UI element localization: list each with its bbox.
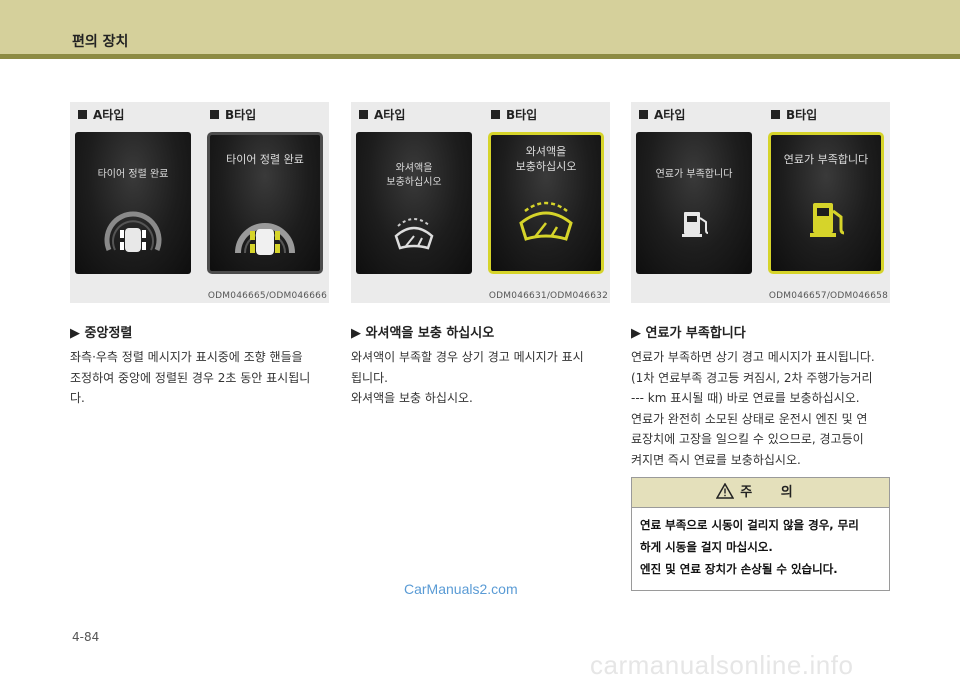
section-body: 와셔액이 부족할 경우 상기 경고 메시지가 표시 됩니다. 와셔액을 보충 하… (351, 347, 610, 409)
caution-box: 주 의 연료 부족으로 시동이 걸리지 않을 경우, 무리 하게 시동을 걸지 … (631, 477, 890, 591)
panel-type-a: A타입 타이어 정렬 완료 (70, 102, 197, 303)
body-line: 연료가 부족하면 상기 경고 메시지가 표시됩니다. (631, 350, 875, 364)
figure-code: ODM046631/ODM046632 (488, 291, 608, 301)
body-line: 됩니다. (351, 370, 388, 385)
figure-washer-fluid: A타입 와셔액을 보충하십시오 B타입 와셔액을 보충하십시오 ODM04663… (351, 102, 610, 303)
steering-wheel-car-icon (104, 211, 162, 252)
page-header: 편의 장치 (0, 0, 960, 54)
caution-line: 엔진 및 연료 장치가 손상될 수 있습니다. (640, 562, 838, 576)
body-line: 좌측·우측 정렬 메시지가 표시중에 조향 핸들을 (70, 350, 303, 364)
washer-fluid-icon (519, 201, 573, 241)
cluster-display: 타이어 정렬 완료 (207, 132, 323, 274)
figure-center-alignment: A타입 타이어 정렬 완료 B타입 타이어 정렬 완료 ODM046665/OD… (70, 102, 329, 303)
cluster-display: 와셔액을 보충하십시오 (356, 132, 472, 274)
type-a-label: A타입 (78, 106, 124, 123)
figure-code: ODM046657/ODM046658 (768, 291, 888, 301)
type-b-label: B타입 (210, 106, 256, 123)
caution-body: 연료 부족으로 시동이 걸리지 않을 경우, 무리 하게 시동을 걸지 마십시오… (632, 508, 889, 586)
section-heading: ▶ 중앙정렬 (70, 326, 133, 341)
footer-watermark: carmanualsonline.info (590, 650, 854, 680)
caution-header: 주 의 (632, 478, 889, 508)
cluster-display: 타이어 정렬 완료 (75, 132, 191, 274)
body-line: 다. (70, 391, 85, 405)
column-center-alignment: A타입 타이어 정렬 완료 B타입 타이어 정렬 완료 ODM046665/OD… (70, 102, 329, 405)
panel-type-b: B타입 연료가 부족합니다 (763, 102, 890, 303)
page-number: 4-84 (72, 630, 100, 644)
section-heading: ▶ 연료가 부족합니다 (631, 326, 746, 341)
figure-code: ODM046665/ODM046666 (207, 291, 327, 301)
type-b-label: B타입 (491, 106, 537, 123)
cluster-display: 연료가 부족합니다 (636, 132, 752, 274)
caution-line: 연료 부족으로 시동이 걸리지 않을 경우, 무리 (640, 518, 859, 532)
body-line: 연료가 완전히 소모된 상태로 운전시 엔진 및 연 (631, 411, 868, 426)
panel-type-a: A타입 연료가 부족합니다 (631, 102, 758, 303)
section-body: 좌측·우측 정렬 메시지가 표시중에 조향 핸들을 조정하여 중앙에 정렬된 경… (70, 347, 329, 409)
watermark-link[interactable]: CarManuals2.com (404, 581, 518, 597)
body-line: --- km 표시될 때) 바로 연료를 보충하십시오. (631, 391, 860, 405)
column-low-fuel: A타입 연료가 부족합니다 B타입 연료가 부족합니다 ODM046657/OD… (631, 102, 890, 467)
header-divider (0, 54, 960, 59)
figure-low-fuel: A타입 연료가 부족합니다 B타입 연료가 부족합니다 ODM046657/OD… (631, 102, 890, 303)
panel-type-a: A타입 와셔액을 보충하십시오 (351, 102, 478, 303)
body-line: (1차 연료부족 경고등 켜짐시, 2차 주행가능거리 (631, 370, 873, 385)
body-line: 조정하여 중앙에 정렬된 경우 2초 동안 표시됩니 (70, 370, 311, 385)
body-line: 와셔액이 부족할 경우 상기 경고 메시지가 표시 (351, 350, 584, 364)
caution-line: 하게 시동을 걸지 마십시오. (640, 540, 773, 554)
page-section-title: 편의 장치 (72, 34, 129, 50)
type-a-label: A타입 (359, 106, 405, 123)
steering-wheel-car-icon (235, 223, 295, 255)
fuel-pump-icon (810, 203, 845, 237)
washer-fluid-icon (394, 218, 434, 250)
cluster-display: 와셔액을 보충하십시오 (488, 132, 604, 274)
caution-title: 주 의 (740, 485, 805, 500)
body-line: 료장치에 고장을 일으킬 수 있으므로, 경고등이 (631, 432, 864, 446)
warning-triangle-icon (715, 482, 735, 499)
section-body: 연료가 부족하면 상기 경고 메시지가 표시됩니다. (1차 연료부족 경고등 … (631, 347, 890, 470)
panel-type-b: B타입 타이어 정렬 완료 (202, 102, 329, 303)
type-b-label: B타입 (771, 106, 817, 123)
type-a-label: A타입 (639, 106, 685, 123)
section-heading: ▶ 와셔액을 보충 하십시오 (351, 326, 495, 341)
panel-type-b: B타입 와셔액을 보충하십시오 (483, 102, 610, 303)
body-line: 켜지면 즉시 연료를 보충하십시오. (631, 452, 801, 467)
cluster-display: 연료가 부족합니다 (768, 132, 884, 274)
column-washer-fluid: A타입 와셔액을 보충하십시오 B타입 와셔액을 보충하십시오 ODM04663… (351, 102, 610, 405)
body-line: 와셔액을 보충 하십시오. (351, 391, 473, 405)
fuel-pump-icon (682, 212, 709, 237)
